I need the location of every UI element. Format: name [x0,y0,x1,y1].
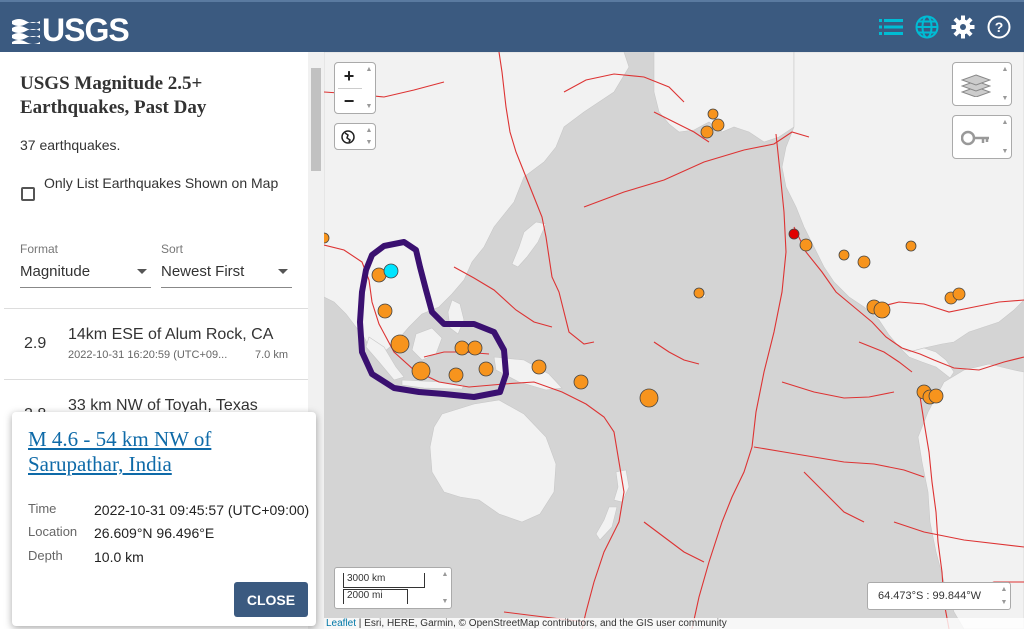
scale-km: 3000 km [343,573,425,588]
chevron-down-icon [278,269,288,274]
layers-control[interactable]: ▲ ▼ [952,62,1012,106]
globe-icon[interactable] [914,14,940,40]
mouse-coordinates: 64.473°S : 99.844°W ▲ ▼ [867,582,1011,610]
quake-depth: 7.0 km [255,349,289,361]
chevron-down-icon [137,269,147,274]
earthquake-map[interactable] [324,52,1024,629]
control-scrollbar[interactable]: ▲ ▼ [439,568,451,608]
close-button[interactable]: CLOSE [234,582,308,617]
zoom-in-button[interactable]: + [335,63,363,89]
zoom-control: + − ▲ ▼ [334,62,376,114]
list-title: USGS Magnitude 2.5+ Earthquakes, Past Da… [20,73,207,118]
control-scrollbar[interactable]: ▲ ▼ [999,116,1011,158]
list-scroll-thumb[interactable] [311,68,321,171]
format-select[interactable]: Magnitude [20,260,151,288]
quake-time: 2022-10-31 16:20:59 (UTC+09... [68,349,228,361]
layers-icon [961,74,991,97]
location-value: 26.609°N 96.496°E [94,525,215,541]
sort-select[interactable]: Newest First [161,260,292,288]
attribution-text: | Esri, HERE, Garmin, © OpenStreetMap co… [356,618,727,629]
zoom-out-button[interactable]: − [335,88,363,114]
map-attribution: Leaflet | Esri, HERE, Garmin, © OpenStre… [324,618,1024,629]
time-label: Time [28,501,57,516]
depth-label: Depth [28,548,63,563]
control-scrollbar[interactable]: ▲ ▼ [998,583,1010,609]
usgs-wave-icon [12,18,40,44]
gear-icon[interactable] [950,14,976,40]
control-scrollbar[interactable]: ▲ ▼ [999,63,1011,105]
quake-place: 14km ESE of Alum Rock, CA [68,326,274,343]
control-scrollbar[interactable]: ▲ ▼ [363,63,375,113]
legend-control[interactable]: ▲ ▼ [952,115,1012,159]
map-scale: 3000 km 2000 mi ▲ ▼ [334,567,452,609]
divider [4,308,308,309]
format-value: Magnitude [20,263,91,280]
divider [4,379,308,380]
logo-text: USGS [42,12,130,48]
popup-title-link[interactable]: M 4.6 - 54 km NW of Sarupathar, India [28,427,308,477]
svg-text:?: ? [995,19,1004,35]
view-toggle-control[interactable]: ▲ ▼ [334,123,376,150]
globe-icon [341,130,355,144]
time-value: 2022-10-31 09:45:57 (UTC+09:00) [94,502,310,518]
only-list-label[interactable]: Only List Earthquakes Shown on Map [44,172,284,195]
usgs-logo[interactable]: USGS [12,12,130,49]
earthquake-count: 37 earthquakes. [20,137,121,153]
help-icon[interactable]: ? [986,14,1012,40]
format-label: Format [20,242,59,256]
list-icon[interactable] [878,14,904,40]
quake-magnitude: 2.9 [24,335,47,352]
location-label: Location [28,524,78,539]
depth-value: 10.0 km [94,549,144,565]
control-scrollbar[interactable]: ▲ ▼ [363,124,375,149]
sort-value: Newest First [161,263,245,280]
only-list-checkbox[interactable] [21,187,35,201]
key-icon [961,130,989,146]
sort-label: Sort [161,242,184,256]
leaflet-link[interactable]: Leaflet [326,618,356,629]
app-header: USGS ? [0,0,1024,52]
earthquake-popup: M 4.6 - 54 km NW of Sarupathar, India Ti… [12,412,316,626]
scale-mi: 2000 mi [343,589,408,604]
coordinates-text: 64.473°S : 99.844°W [878,590,981,602]
